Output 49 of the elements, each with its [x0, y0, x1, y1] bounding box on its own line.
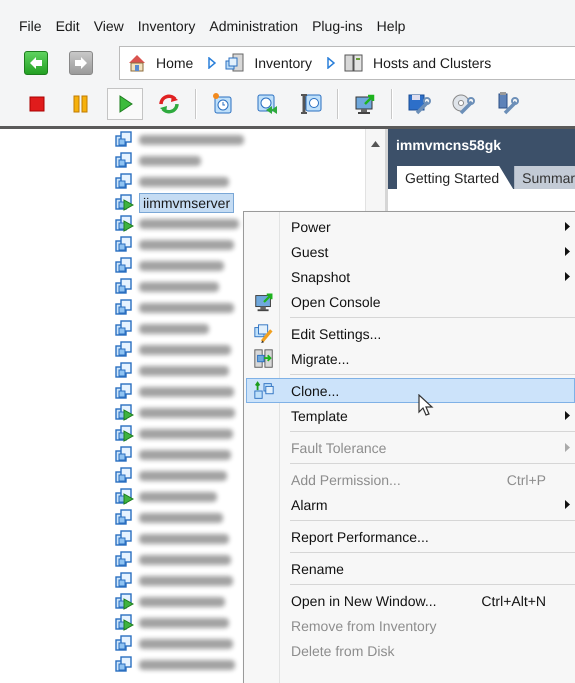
menu-item[interactable]: Open in New Window... Ctrl+Alt+N: [246, 588, 575, 613]
monitor-icon: [353, 92, 377, 116]
clock-rewind-icon: [255, 92, 279, 116]
cursor-icon: [418, 394, 434, 418]
back-button[interactable]: [24, 51, 48, 75]
menu-item[interactable]: Rename: [246, 556, 575, 581]
right-arrow-icon: [74, 56, 88, 70]
clock-wrench-icon: [299, 92, 323, 116]
menu-item[interactable]: File: [14, 16, 47, 36]
menu-item[interactable]: Help: [372, 16, 410, 36]
floppy-wrench-icon: [407, 92, 431, 116]
server-arrow-icon: [253, 348, 275, 370]
refresh-icon: [157, 92, 181, 116]
tab[interactable]: Getting Started: [397, 166, 514, 189]
chevron-icon: [208, 57, 216, 69]
menu-item[interactable]: Power: [246, 214, 575, 239]
menu-item[interactable]: Guest: [246, 239, 575, 264]
menu-item[interactable]: Administration: [204, 16, 304, 36]
chevron-icon: [326, 57, 335, 69]
tree-item[interactable]: iimmvmserver: [139, 192, 234, 212]
pencil-settings-icon: [253, 322, 275, 344]
servers-icon: [344, 53, 364, 73]
tab[interactable]: Summar: [514, 166, 575, 189]
menu-item[interactable]: Alarm: [246, 492, 575, 517]
shortcut-text: Ctrl+Alt+N: [480, 592, 547, 608]
vm-copy-icon: [253, 380, 275, 402]
breadcrumb-link[interactable]: Home: [156, 55, 194, 71]
house-icon: [127, 53, 147, 73]
server-icon: [225, 53, 246, 73]
scroll-up-icon[interactable]: [371, 141, 380, 147]
panel-title: immvmcns58gk: [396, 137, 502, 153]
menu-item[interactable]: Inventory: [132, 16, 200, 36]
menu-item[interactable]: View: [88, 16, 129, 36]
left-arrow-icon: [29, 56, 43, 70]
menu-item[interactable]: Edit: [50, 16, 85, 36]
breadcrumb-link[interactable]: Inventory: [254, 55, 312, 71]
breadcrumb-link[interactable]: Hosts and Clusters: [372, 55, 492, 71]
menu-item[interactable]: Plug-ins: [307, 16, 368, 36]
menu-item[interactable]: Edit Settings...: [246, 321, 575, 346]
menu-item[interactable]: Report Performance...: [246, 524, 575, 549]
menu-item[interactable]: Open Console: [246, 289, 575, 314]
play-button[interactable]: [107, 88, 143, 120]
menu-item[interactable]: Template: [246, 403, 575, 428]
menu-item[interactable]: Clone...: [246, 378, 575, 403]
disc-wrench-icon: [451, 92, 475, 116]
shortcut-text: Ctrl+P: [506, 472, 547, 488]
menu-item[interactable]: Migrate...: [246, 346, 575, 371]
menu-item[interactable]: Snapshot: [246, 264, 575, 289]
monitor-icon: [253, 290, 275, 312]
